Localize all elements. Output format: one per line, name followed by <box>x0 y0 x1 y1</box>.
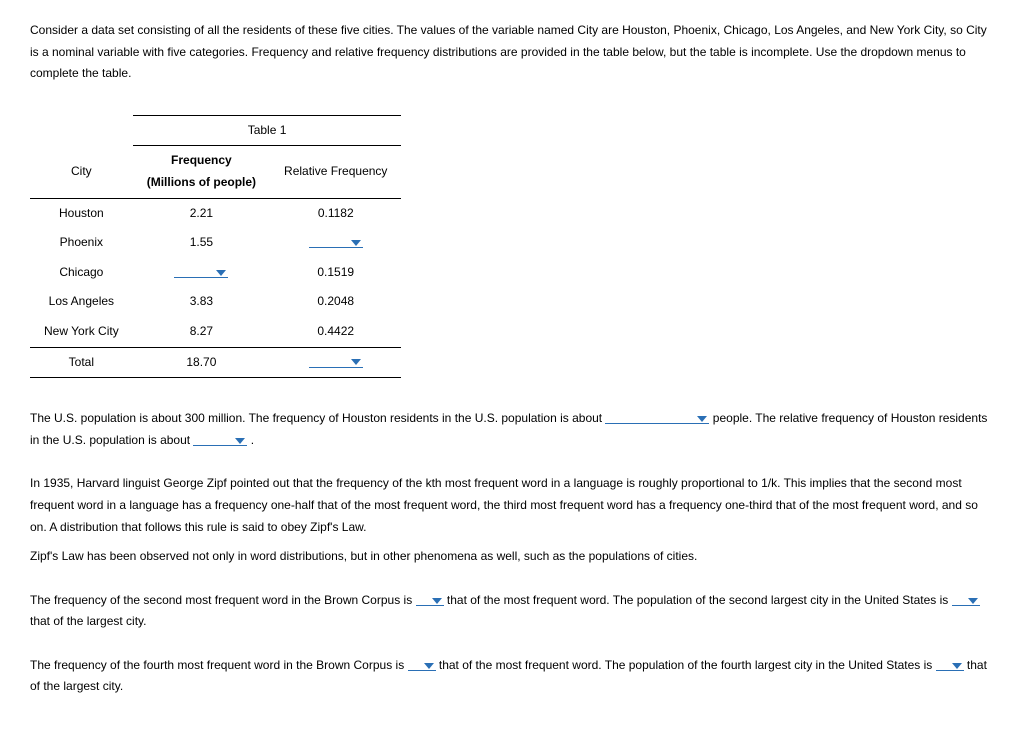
paragraph-zipf-intro: In 1935, Harvard linguist George Zipf po… <box>30 473 994 567</box>
cell-total-label: Total <box>30 347 133 378</box>
chevron-down-icon <box>351 240 361 246</box>
cell-city: Los Angeles <box>30 287 133 317</box>
chevron-down-icon <box>432 598 442 604</box>
cell-freq: 3.83 <box>133 287 270 317</box>
cell-freq <box>133 258 270 288</box>
cell-freq: 1.55 <box>133 228 270 258</box>
chevron-down-icon <box>216 270 226 276</box>
col-header-relfreq: Relative Frequency <box>270 146 401 198</box>
chevron-down-icon <box>235 438 245 444</box>
cell-city: Phoenix <box>30 228 133 258</box>
table-row: Phoenix 1.55 <box>30 228 401 258</box>
chevron-down-icon <box>968 598 978 604</box>
chevron-down-icon <box>351 359 361 365</box>
table-1: Table 1 City Frequency (Millions of peop… <box>30 115 401 378</box>
paragraph-fourth-word: The frequency of the fourth most frequen… <box>30 655 994 698</box>
dropdown-chicago-freq[interactable] <box>174 262 228 278</box>
table-row: Los Angeles 3.83 0.2048 <box>30 287 401 317</box>
cell-relfreq: 0.1182 <box>270 198 401 228</box>
cell-relfreq: 0.2048 <box>270 287 401 317</box>
dropdown-fourth-city-ratio[interactable] <box>936 655 964 671</box>
table-row: New York City 8.27 0.4422 <box>30 317 401 347</box>
col-header-city: City <box>30 146 133 198</box>
col-header-frequency: Frequency (Millions of people) <box>133 146 270 198</box>
cell-city: Houston <box>30 198 133 228</box>
chevron-down-icon <box>424 663 434 669</box>
dropdown-phoenix-relfreq[interactable] <box>309 232 363 248</box>
dropdown-fourth-word-ratio[interactable] <box>408 655 436 671</box>
cell-city: Chicago <box>30 258 133 288</box>
table-row-total: Total 18.70 <box>30 347 401 378</box>
cell-relfreq: 0.1519 <box>270 258 401 288</box>
dropdown-second-city-ratio[interactable] <box>952 590 980 606</box>
table-1-wrapper: Table 1 City Frequency (Millions of peop… <box>30 115 994 378</box>
paragraph-houston: The U.S. population is about 300 million… <box>30 408 994 451</box>
dropdown-second-word-ratio[interactable] <box>416 590 444 606</box>
cell-freq: 8.27 <box>133 317 270 347</box>
cell-relfreq <box>270 228 401 258</box>
chevron-down-icon <box>697 416 707 422</box>
cell-total-relfreq <box>270 347 401 378</box>
intro-paragraph: Consider a data set consisting of all th… <box>30 20 994 85</box>
dropdown-houston-relfreq[interactable] <box>193 430 247 446</box>
dropdown-houston-freq-people[interactable] <box>605 408 709 424</box>
table-row: Chicago 0.1519 <box>30 258 401 288</box>
cell-city: New York City <box>30 317 133 347</box>
cell-freq: 2.21 <box>133 198 270 228</box>
dropdown-total-relfreq[interactable] <box>309 352 363 368</box>
chevron-down-icon <box>952 663 962 669</box>
table-row: Houston 2.21 0.1182 <box>30 198 401 228</box>
cell-total-freq: 18.70 <box>133 347 270 378</box>
cell-relfreq: 0.4422 <box>270 317 401 347</box>
table-title: Table 1 <box>133 115 402 146</box>
paragraph-second-word: The frequency of the second most frequen… <box>30 590 994 633</box>
